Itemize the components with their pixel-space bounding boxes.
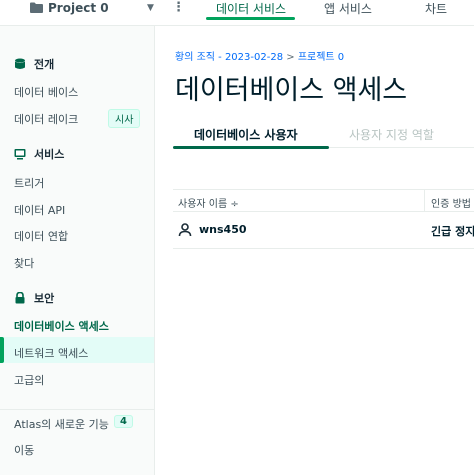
section-deployment: 전개 xyxy=(14,56,54,72)
folder-icon xyxy=(30,2,43,13)
sidebar-item-whats-new[interactable]: Atlas의 새로운 기능 xyxy=(14,416,109,432)
sidebar-item-federation[interactable]: 데이터 연합 xyxy=(14,228,68,244)
section-title: 전개 xyxy=(34,58,55,71)
sidebar-item-network-access[interactable]: 네트워크 액세스 xyxy=(14,345,88,361)
more-options-icon[interactable]: ⋮ xyxy=(172,0,185,15)
sidebar-item-triggers[interactable]: 트리거 xyxy=(14,175,44,191)
tab-database-users[interactable]: 데이터베이스 사용자 xyxy=(194,126,298,143)
tab-charts[interactable]: 차트 xyxy=(425,0,447,17)
table-row[interactable]: wns450 긴급 정지 xyxy=(173,213,474,249)
table-header: 사용자 이름 ÷ 인증 방법 xyxy=(173,189,474,212)
section-security: 보안 xyxy=(14,290,54,306)
sidebar-item-datalake[interactable]: 데이터 레이크 xyxy=(14,111,78,127)
sidebar: 전개 데이터 베이스 데이터 레이크 시사 서비스 트리거 데이터 API 데이… xyxy=(0,26,155,475)
sidebar-item-migrate[interactable]: 이동 xyxy=(14,442,34,458)
breadcrumb: 황의 조직 - 2023-02-28 > 프로젝트 0 xyxy=(175,48,344,63)
auth-method-cell: 긴급 정지 xyxy=(431,225,474,238)
top-bar: Project 0 ▼ ⋮ 데이터 서비스 앱 서비스 차트 xyxy=(0,0,474,26)
chevron-down-icon[interactable]: ▼ xyxy=(147,3,154,13)
breadcrumb-separator: > xyxy=(283,52,298,63)
lock-icon xyxy=(15,292,25,304)
sidebar-item-data-api[interactable]: 데이터 API xyxy=(14,202,65,218)
username-cell: wns450 xyxy=(199,223,247,236)
sidebar-item-database-access[interactable]: 데이터베이스 액세스 xyxy=(14,318,109,334)
breadcrumb-org[interactable]: 황의 조직 - 2023-02-28 xyxy=(175,52,283,63)
active-tab-indicator xyxy=(206,17,295,20)
database-icon xyxy=(15,58,25,69)
section-title: 서비스 xyxy=(34,148,65,161)
column-divider xyxy=(424,190,425,212)
column-header-auth[interactable]: 인증 방법 xyxy=(431,195,471,210)
section-services: 서비스 xyxy=(14,146,64,162)
preview-badge: 시사 xyxy=(108,109,141,128)
project-name: Project 0 xyxy=(48,1,109,15)
breadcrumb-project[interactable]: 프로젝트 0 xyxy=(298,52,344,63)
column-header-username[interactable]: 사용자 이름 ÷ xyxy=(178,195,239,210)
active-item-bar xyxy=(0,337,4,363)
section-title: 보안 xyxy=(34,292,55,305)
services-icon xyxy=(14,149,26,160)
page-title: 데이터베이스 액세스 xyxy=(175,75,408,106)
sidebar-item-advanced[interactable]: 고급의 xyxy=(14,372,44,388)
tab-data-services[interactable]: 데이터 서비스 xyxy=(216,0,286,17)
sidebar-item-database[interactable]: 데이터 베이스 xyxy=(14,84,78,100)
active-tab-underline xyxy=(173,146,329,149)
sidebar-divider xyxy=(0,409,154,410)
whats-new-count-badge: 4 xyxy=(114,415,133,428)
tab-app-services[interactable]: 앱 서비스 xyxy=(324,0,372,17)
sidebar-item-search[interactable]: 찾다 xyxy=(14,255,34,271)
user-icon xyxy=(178,223,192,237)
tab-custom-roles[interactable]: 사용자 지정 역할 xyxy=(349,126,434,143)
